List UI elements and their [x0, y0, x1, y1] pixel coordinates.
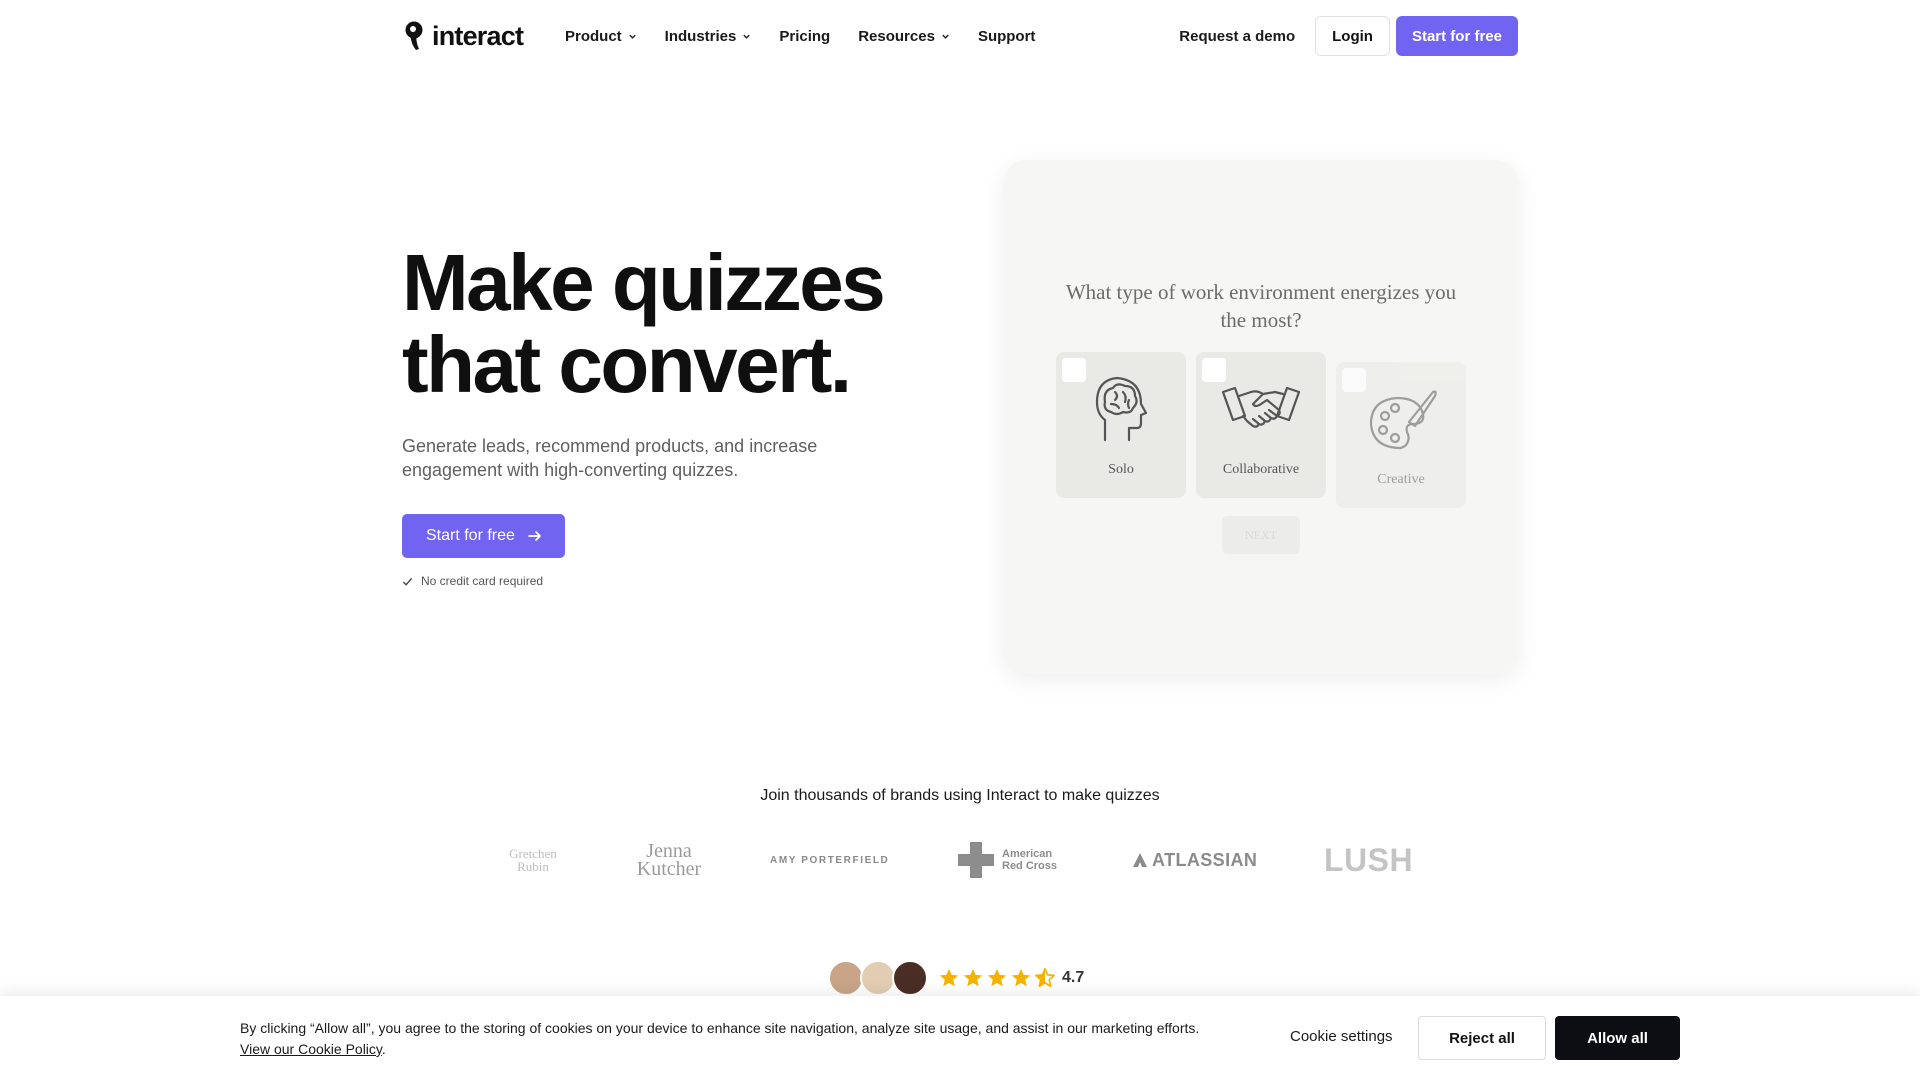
hero-cta-label: Start for free	[426, 527, 515, 544]
cookie-message-text: By clicking “Allow all”, you agree to th…	[240, 1020, 1200, 1036]
star-icon	[963, 968, 983, 987]
hero-title-line-1: Make quizzes	[402, 238, 886, 327]
quiz-question: What type of work environment energizes …	[1065, 280, 1457, 332]
brand-logo-text: ATLASSIAN	[1152, 849, 1258, 870]
cookie-banner: By clicking “Allow all”, you agree to th…	[0, 996, 1920, 1080]
nav-product-label: Product	[565, 27, 622, 45]
brand-logo-jenna-kutcher: Jenna Kutcher	[634, 840, 704, 880]
brands-heading: Join thousands of brands using Interact …	[760, 787, 1160, 804]
hero-title-line-2: that convert.	[402, 320, 852, 409]
brand-logo-text: Rubin	[517, 859, 549, 874]
brand-logo-text: LUSH	[1324, 841, 1414, 878]
star-icon	[987, 968, 1007, 987]
quiz-next-button[interactable]: NEXT	[1222, 516, 1300, 554]
star-icon	[939, 968, 959, 987]
nav-support-label: Support	[977, 27, 1036, 45]
start-free-nav-button[interactable]: Start for free	[1395, 16, 1518, 56]
arrow-right-icon	[528, 531, 541, 541]
avatar	[828, 960, 864, 996]
quiz-option-label: Collaborative	[1222, 462, 1300, 477]
brand-logo-text: AMY PORTERFIELD	[770, 854, 890, 866]
cookie-settings-link[interactable]: Cookie settings	[1290, 1028, 1393, 1045]
red-cross-text: American Red Cross	[1002, 848, 1057, 872]
nav-support[interactable]: Support	[978, 24, 1036, 48]
brand-logo-text: American	[1002, 848, 1053, 860]
checkmark-icon	[402, 577, 413, 586]
cookie-period: .	[381, 1041, 386, 1057]
star-half-icon	[1035, 968, 1055, 988]
quiz-option-label: Solo	[1108, 462, 1134, 477]
star-rating	[938, 967, 1056, 989]
brand-logo-amy-porterfield: AMY PORTERFIELD	[770, 840, 889, 880]
red-cross-icon	[958, 842, 994, 878]
handshake-icon	[1221, 386, 1301, 428]
interact-logo[interactable]: interact	[402, 20, 524, 52]
cookie-policy-link[interactable]: View our Cookie Policy	[240, 1041, 382, 1057]
reject-all-button[interactable]: Reject all	[1418, 1016, 1546, 1060]
chevron-down-icon	[743, 34, 751, 39]
nav-industries-label: Industries	[664, 27, 737, 45]
quiz-option-creative[interactable]: Creative	[1336, 362, 1466, 508]
brand-logo-lush: LUSH	[1324, 840, 1413, 880]
nav-product[interactable]: Product	[565, 24, 637, 48]
quiz-preview-card: What type of work environment energizes …	[1004, 160, 1518, 674]
main-menu: Product Industries Pricing Resources Sup…	[565, 24, 1035, 48]
brand-logo-text: Red Cross	[1002, 860, 1058, 872]
star-icon	[1011, 968, 1031, 987]
avatar	[892, 960, 928, 996]
hero-start-free-button[interactable]: Start for free	[402, 514, 565, 558]
quiz-option-collaborative[interactable]: Collaborative	[1196, 352, 1326, 498]
customer-rating: 4.7	[828, 960, 1084, 996]
hero-title: Make quizzes that convert.	[402, 242, 886, 409]
brand-logo-american-red-cross: American Red Cross	[958, 840, 1057, 880]
allow-all-button[interactable]: Allow all	[1555, 1016, 1680, 1060]
nav-pricing[interactable]: Pricing	[779, 24, 830, 48]
palette-icon	[1369, 390, 1437, 450]
quiz-option-solo[interactable]: Solo	[1056, 352, 1186, 498]
brand-logo-atlassian: ATLASSIAN	[1132, 840, 1257, 880]
brand-logo-text: Kutcher	[636, 858, 702, 880]
head-brain-icon	[1095, 376, 1148, 442]
hero-subtitle: Generate leads, recommend products, and …	[402, 436, 818, 480]
request-demo-link[interactable]: Request a demo	[1179, 28, 1295, 45]
logo-text: interact	[432, 20, 524, 51]
no-credit-card-note: No credit card required	[402, 574, 543, 588]
brand-logo-gretchen-rubin: Gretchen Rubin	[500, 840, 566, 880]
no-credit-card-text: No credit card required	[421, 574, 544, 588]
nav-resources-label: Resources	[858, 27, 935, 45]
login-button[interactable]: Login	[1315, 16, 1390, 56]
atlassian-icon	[1133, 853, 1147, 867]
chevron-down-icon	[942, 34, 949, 39]
nav-resources[interactable]: Resources	[858, 24, 950, 48]
chevron-down-icon	[628, 34, 636, 39]
top-nav: interact Product Industries Pricing Reso…	[0, 0, 1920, 72]
quiz-option-label: Creative	[1377, 472, 1425, 487]
rating-value: 4.7	[1062, 969, 1085, 986]
nav-industries[interactable]: Industries	[665, 24, 752, 48]
nav-pricing-label: Pricing	[779, 27, 831, 45]
cookie-message: By clicking “Allow all”, you agree to th…	[240, 1018, 1200, 1060]
nav-actions: Request a demo Login Start for free	[1179, 16, 1518, 56]
avatar	[860, 960, 896, 996]
interact-logo-icon	[405, 21, 423, 50]
